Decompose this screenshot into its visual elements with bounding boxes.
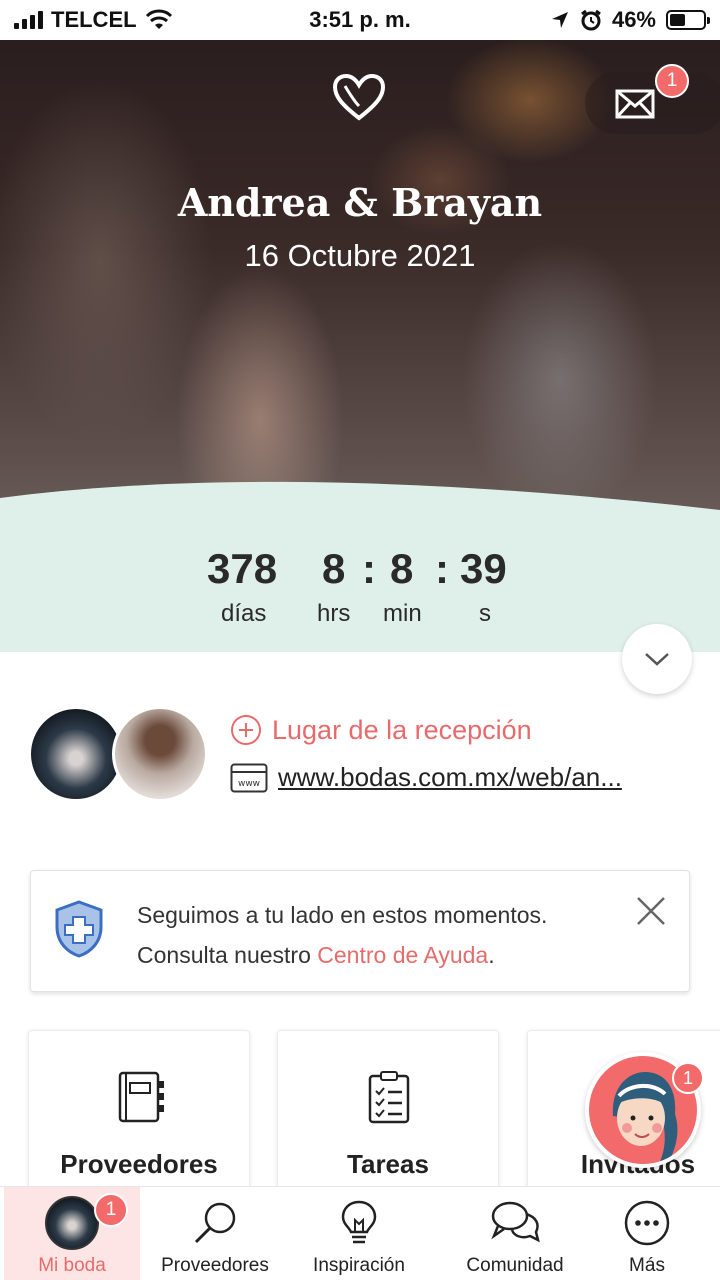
tab-label: Mi boda [38, 1255, 106, 1276]
tab-inspiracion[interactable]: Inspiración [294, 1187, 424, 1280]
website-link[interactable]: www www.bodas.com.mx/web/an... [230, 762, 678, 793]
envelope-icon [615, 89, 655, 119]
countdown-background [0, 481, 720, 652]
card-label: Tareas [347, 1149, 429, 1179]
close-icon[interactable] [635, 895, 667, 927]
chat-bubbles-icon [491, 1201, 540, 1243]
countdown-seconds-label: s [479, 600, 491, 627]
tab-label: Más [629, 1255, 665, 1276]
search-icon [194, 1202, 236, 1244]
couple-names: Andrea & Brayan [177, 180, 543, 225]
countdown-panel: 378 8 : 8 : 39 días hrs min s [0, 480, 720, 652]
shield-plus-icon [55, 900, 103, 958]
tab-label: Inspiración [313, 1255, 405, 1276]
signal-icon [14, 11, 43, 29]
assistant-badge: 1 [672, 1062, 704, 1094]
wedding-date: 16 Octubre 2021 [244, 238, 476, 273]
wifi-icon [145, 9, 172, 29]
tab-mas[interactable]: Más [592, 1187, 702, 1280]
tab-badge: 1 [94, 1193, 128, 1227]
messages-badge: 1 [655, 64, 689, 98]
more-icon [624, 1200, 670, 1246]
countdown-separator: : [435, 545, 449, 592]
plus-circle-icon [231, 715, 261, 745]
messages-button[interactable] [585, 72, 720, 134]
help-center-link[interactable]: Centro de Ayuda [317, 942, 488, 968]
countdown-hours-label: hrs [317, 600, 351, 627]
browser-window-icon: www [230, 763, 268, 792]
help-notice-card: Seguimos a tu lado en estos momentos. Co… [30, 870, 690, 992]
bottom-tab-bar: Mi boda 1 Proveedores Inspiración Comuni… [0, 1186, 720, 1280]
countdown-days-label: días [221, 600, 267, 627]
lightbulb-icon [341, 1200, 377, 1244]
notice-line1: Seguimos a tu lado en estos momentos. [137, 902, 548, 928]
countdown-minutes: 8 [390, 545, 414, 592]
clock: 3:51 p. m. [309, 7, 411, 32]
countdown-hours: 8 [322, 545, 346, 592]
groom-avatar[interactable] [112, 706, 208, 802]
tab-label: Proveedores [161, 1255, 269, 1276]
tab-comunidad[interactable]: Comunidad [440, 1187, 590, 1280]
avatar [45, 1196, 99, 1250]
tab-mi-boda[interactable]: Mi boda 1 [4, 1187, 140, 1280]
status-bar: TELCEL 3:51 p. m. 46% [0, 0, 720, 40]
notice-line2: Consulta nuestro Centro de Ayuda. [137, 935, 547, 975]
bride-avatar[interactable] [28, 706, 124, 802]
location-arrow-icon [551, 12, 568, 28]
card-label: Proveedores [60, 1149, 218, 1179]
battery-icon [666, 10, 710, 30]
alarm-icon [581, 9, 601, 31]
countdown-minutes-label: min [383, 600, 422, 627]
carrier-name: TELCEL [51, 7, 137, 32]
countdown-separator: : [362, 545, 376, 592]
card-tareas[interactable]: Tareas [277, 1030, 499, 1190]
tab-label: Comunidad [466, 1255, 564, 1276]
countdown-seconds: 39 [460, 545, 507, 592]
notice-line2-prefix: Consulta nuestro [137, 942, 318, 968]
card-proveedores[interactable]: Proveedores [28, 1030, 250, 1190]
website-url: www.bodas.com.mx/web/an... [278, 762, 622, 792]
clipboard-checklist-icon [368, 1071, 410, 1124]
svg-text:www: www [238, 779, 260, 789]
add-reception-link[interactable]: Lugar de la recepción [230, 714, 532, 746]
battery-percent: 46% [611, 7, 656, 32]
agenda-icon [118, 1071, 164, 1123]
tab-proveedores[interactable]: Proveedores [150, 1187, 280, 1280]
countdown-days: 378 [207, 545, 278, 592]
notice-line2-suffix: . [488, 942, 495, 968]
heart-logo-icon [332, 73, 386, 121]
reception-label: Lugar de la recepción [272, 714, 532, 745]
expand-button[interactable] [622, 624, 692, 694]
chevron-down-icon [645, 653, 669, 666]
